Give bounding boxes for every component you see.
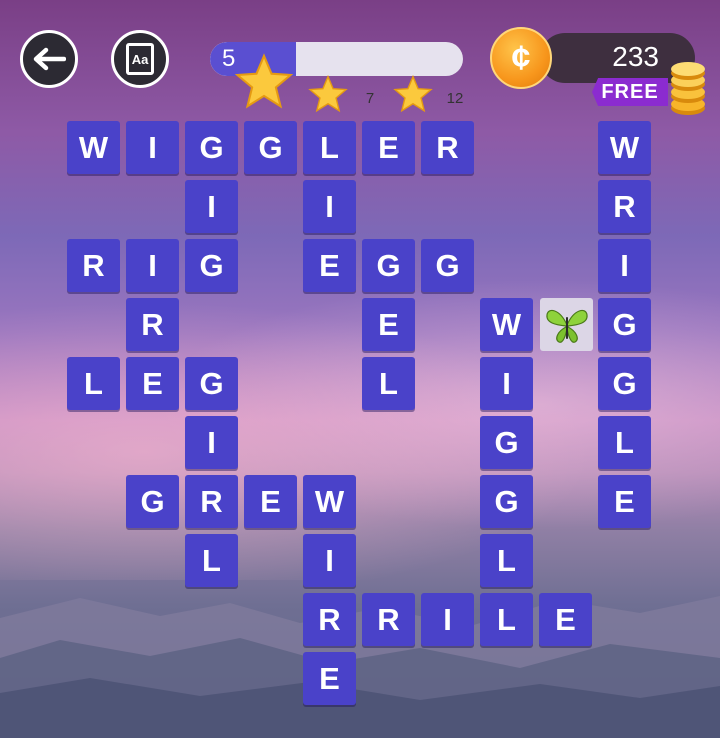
letter-tile: E bbox=[598, 475, 651, 528]
letter-tile: W bbox=[480, 298, 533, 351]
letter-tile: G bbox=[185, 357, 238, 410]
letter-tile: I bbox=[185, 180, 238, 233]
letter-tile: G bbox=[244, 121, 297, 174]
letter-tile: E bbox=[126, 357, 179, 410]
back-button[interactable] bbox=[20, 30, 78, 88]
letter-tile: R bbox=[362, 593, 415, 646]
letter-tile: I bbox=[598, 239, 651, 292]
letter-tile: L bbox=[185, 534, 238, 587]
letter-tile: L bbox=[598, 416, 651, 469]
letter-tile: L bbox=[362, 357, 415, 410]
letter-tile: R bbox=[126, 298, 179, 351]
dictionary-button[interactable]: Aa bbox=[111, 30, 169, 88]
coin-stack-icon bbox=[671, 62, 705, 115]
letter-tile: G bbox=[480, 475, 533, 528]
letter-tile: W bbox=[303, 475, 356, 528]
letter-tile: E bbox=[362, 121, 415, 174]
letter-tile: L bbox=[480, 534, 533, 587]
letter-tile: G bbox=[598, 357, 651, 410]
star-icon bbox=[393, 74, 433, 113]
letter-tile: R bbox=[185, 475, 238, 528]
letter-tile: W bbox=[598, 121, 651, 174]
letter-tile: R bbox=[303, 593, 356, 646]
letter-tile: I bbox=[126, 239, 179, 292]
dictionary-book-icon: Aa bbox=[126, 43, 154, 75]
letter-tile: E bbox=[303, 239, 356, 292]
star-milestone-2: 7 bbox=[307, 74, 374, 116]
letter-tile: L bbox=[303, 121, 356, 174]
letter-tile: E bbox=[244, 475, 297, 528]
coin-symbol: ¢ bbox=[511, 38, 531, 77]
letter-tile: R bbox=[67, 239, 120, 292]
letter-tile: I bbox=[480, 357, 533, 410]
bonus-butterfly-tile[interactable] bbox=[540, 298, 593, 351]
letter-tile: E bbox=[362, 298, 415, 351]
letter-tile: I bbox=[185, 416, 238, 469]
letter-tile: I bbox=[303, 534, 356, 587]
letter-tile: L bbox=[480, 593, 533, 646]
star-milestone-2-label: 7 bbox=[365, 89, 375, 107]
letter-tile: G bbox=[185, 121, 238, 174]
letter-tile: L bbox=[67, 357, 120, 410]
letter-tile: I bbox=[126, 121, 179, 174]
letter-tile: E bbox=[539, 593, 592, 646]
star-milestone-1 bbox=[233, 52, 295, 114]
letter-tile: G bbox=[480, 416, 533, 469]
free-coins-button[interactable]: FREE bbox=[592, 78, 668, 106]
letter-tile: W bbox=[67, 121, 120, 174]
star-milestone-3-label: 12 bbox=[446, 89, 464, 107]
dictionary-label: Aa bbox=[131, 51, 149, 67]
letter-tile: E bbox=[303, 652, 356, 705]
star-icon bbox=[308, 74, 348, 113]
background-mountains bbox=[0, 596, 720, 738]
letter-tile: G bbox=[421, 239, 474, 292]
letter-tile: I bbox=[303, 180, 356, 233]
coin-icon: ¢ bbox=[490, 27, 552, 89]
letter-tile: R bbox=[598, 180, 651, 233]
star-milestone-3: 12 bbox=[392, 74, 463, 116]
letter-tile: G bbox=[362, 239, 415, 292]
butterfly-icon bbox=[545, 309, 588, 343]
letter-tile: G bbox=[185, 239, 238, 292]
star-icon bbox=[234, 53, 294, 109]
arrow-left-icon bbox=[33, 47, 66, 71]
letter-tile: I bbox=[421, 593, 474, 646]
letter-tile: G bbox=[598, 298, 651, 351]
letter-tile: R bbox=[421, 121, 474, 174]
coin-count: 233 bbox=[612, 41, 659, 72]
letter-tile: G bbox=[126, 475, 179, 528]
